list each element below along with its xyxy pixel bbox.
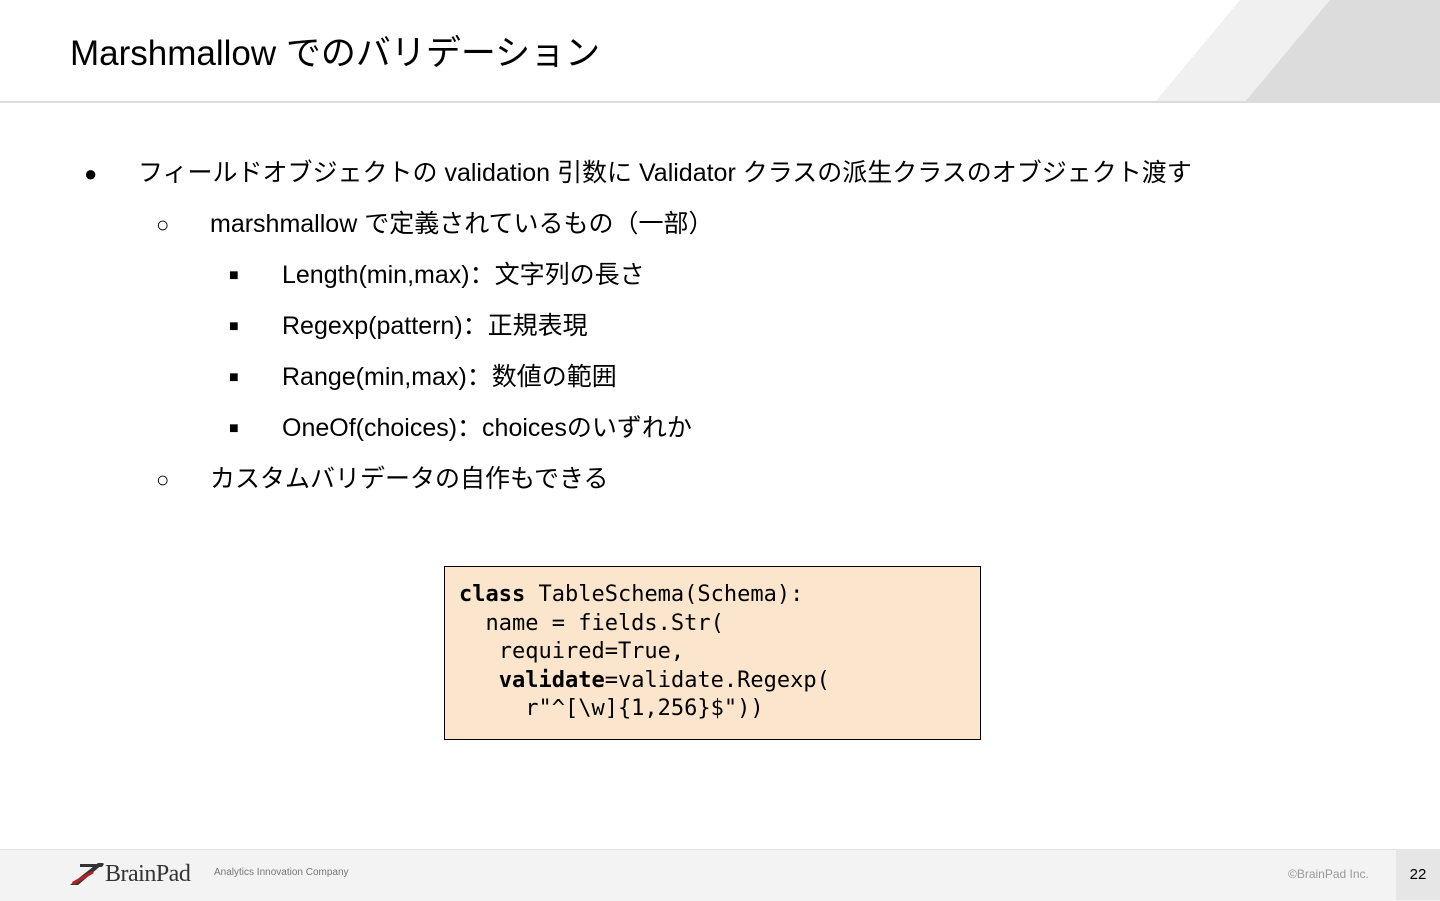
bullet-text: Range(min,max)：数値の範囲: [282, 363, 617, 391]
code-text: required=True,: [459, 639, 685, 664]
code-keyword: class: [459, 582, 526, 607]
page-number: 22: [1396, 849, 1440, 900]
brand-tagline: Analytics Innovation Company: [214, 867, 349, 878]
bullet-marker: ■: [229, 420, 239, 437]
code-text: TableSchema(Schema):: [525, 582, 804, 607]
bullet-marker: ○: [156, 212, 170, 237]
code-snippet: class TableSchema(Schema): name = fields…: [444, 566, 981, 740]
code-text: name = fields.Str(: [459, 610, 724, 636]
code-line: name = fields.Str(: [459, 610, 980, 639]
code-line: validate=validate.Regexp(: [459, 667, 980, 696]
code-line: required=True,: [459, 638, 980, 667]
bullet-text: Length(min,max)：文字列の長さ: [282, 261, 645, 289]
bullet-text: カスタムバリデータの自作もできる: [210, 465, 609, 493]
header-divider: [0, 101, 1440, 103]
code-text: =validate.Regexp(: [604, 667, 830, 693]
header-decoration: [1155, 0, 1440, 102]
bullet-marker: ●: [84, 161, 98, 186]
brand-name: BrainPad: [105, 861, 191, 887]
slide-title: Marshmallow でのバリデーション: [70, 34, 601, 73]
bullet-text: Regexp(pattern)：正規表現: [282, 312, 588, 340]
code-line: r"^[\w]{1,256}$")): [459, 695, 980, 724]
bullet-marker: ■: [229, 369, 239, 386]
bullet-marker: ■: [229, 267, 239, 284]
code-text: r"^[\w]{1,256}$")): [459, 696, 764, 721]
bullet-marker: ○: [156, 467, 170, 492]
bullet-text: OneOf(choices)：choicesのいずれか: [282, 414, 692, 442]
bullet-text: フィールドオブジェクトの validation 引数に Validator クラ…: [138, 159, 1192, 187]
bullet-text: marshmallow で定義されているもの（一部）: [210, 210, 714, 238]
code-keyword: validate: [498, 667, 605, 693]
bullet-marker: ■: [229, 318, 239, 335]
copyright-text: ©BrainPad Inc.: [1288, 867, 1369, 881]
code-line: class TableSchema(Schema):: [459, 581, 980, 610]
